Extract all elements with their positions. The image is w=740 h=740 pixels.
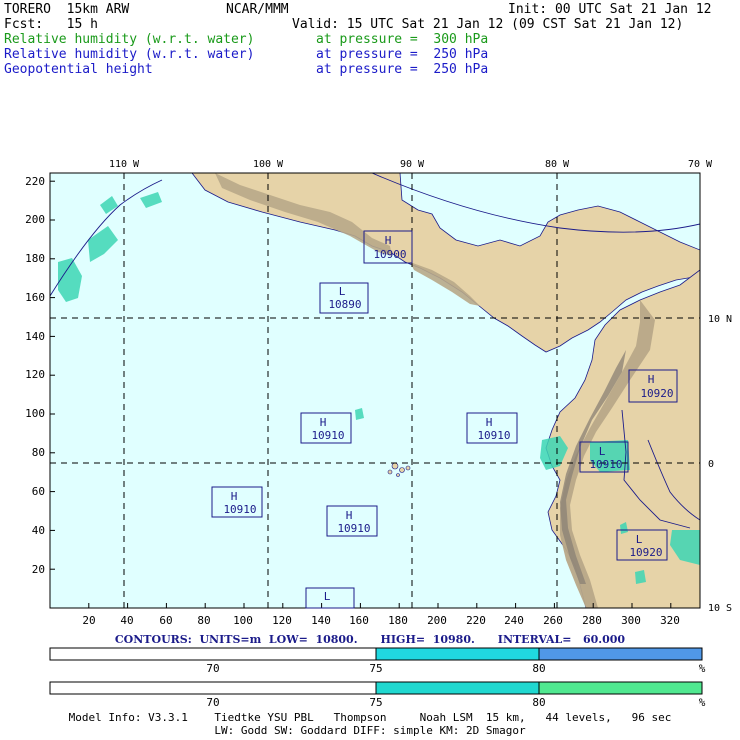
lon-label-110w: 110 W	[109, 159, 140, 170]
svg-text:H: H	[385, 234, 392, 247]
svg-text:10900: 10900	[373, 248, 406, 261]
svg-text:10910: 10910	[311, 429, 344, 442]
x-tick: 180	[388, 614, 408, 627]
svg-text:10920: 10920	[629, 546, 662, 559]
y-tick: 140	[25, 330, 45, 343]
svg-text:L: L	[339, 285, 346, 298]
x-tick: 40	[120, 614, 133, 627]
colorbar-2-label-80: 80	[532, 696, 545, 709]
svg-text:H: H	[231, 490, 238, 503]
y-tick: 220	[25, 175, 45, 188]
x-tick: 160	[349, 614, 369, 627]
x-tick: 120	[272, 614, 292, 627]
colorbar-1-label-75: 75	[369, 662, 382, 675]
colorbar-2	[49, 681, 703, 695]
colorbar-2-label-75: 75	[369, 696, 382, 709]
svg-text:L: L	[599, 445, 606, 458]
contour-info: CONTOURS: UNITS=m LOW= 10800. HIGH= 1098…	[114, 633, 626, 646]
x-tick: 100	[233, 614, 253, 627]
y-tick: 200	[25, 213, 45, 226]
svg-text:10910: 10910	[477, 429, 510, 442]
x-tick: 140	[311, 614, 331, 627]
colorbar-1-unit: %	[699, 662, 706, 675]
svg-text:10910: 10910	[337, 522, 370, 535]
weather-map: 110 W 100 W 90 W 80 W 70 W 10 N 0 10 S 2…	[25, 159, 732, 709]
x-tick: 220	[466, 614, 486, 627]
x-tick: 240	[504, 614, 524, 627]
svg-text:10910: 10910	[589, 458, 622, 471]
svg-text:10920: 10920	[640, 387, 673, 400]
colorbar-1	[49, 647, 703, 661]
x-tick: 320	[660, 614, 680, 627]
colorbar-2-unit: %	[699, 696, 706, 709]
model-info-line2: LW: Godd SW: Goddard DIFF: simple KM: 2D…	[214, 724, 526, 737]
lat-label-10s: 10 S	[708, 603, 732, 614]
x-tick: 60	[159, 614, 172, 627]
svg-text:H: H	[346, 509, 353, 522]
colorbar-1-label-70: 70	[206, 662, 219, 675]
y-tick: 120	[25, 368, 45, 381]
svg-text:L: L	[636, 533, 643, 546]
lat-label-0: 0	[708, 459, 714, 470]
y-tick: 20	[32, 563, 45, 576]
x-tick: 200	[427, 614, 447, 627]
lon-label-100w: 100 W	[253, 159, 284, 170]
y-tick: 40	[32, 524, 45, 537]
x-tick: 300	[621, 614, 641, 627]
y-tick: 100	[25, 407, 45, 420]
svg-text:10910: 10910	[223, 503, 256, 516]
y-tick: 80	[32, 446, 45, 459]
lat-label-10n: 10 N	[708, 314, 732, 325]
svg-text:H: H	[486, 416, 493, 429]
lon-label-70w: 70 W	[688, 159, 713, 170]
y-tick: 60	[32, 485, 45, 498]
x-tick: 280	[582, 614, 602, 627]
y-tick: 160	[25, 291, 45, 304]
svg-text:H: H	[648, 373, 655, 386]
svg-text:L: L	[324, 590, 331, 603]
x-tick: 80	[197, 614, 210, 627]
svg-text:10890: 10890	[328, 298, 361, 311]
colorbar-2-label-70: 70	[206, 696, 219, 709]
x-tick: 20	[82, 614, 95, 627]
colorbar-1-label-80: 80	[532, 662, 545, 675]
model-info-line1: Model Info: V3.3.1 Tiedtke YSU PBL Thomp…	[68, 711, 672, 724]
svg-text:H: H	[320, 416, 327, 429]
lon-label-80w: 80 W	[545, 159, 570, 170]
x-tick: 260	[543, 614, 563, 627]
y-tick: 180	[25, 252, 45, 265]
lon-label-90w: 90 W	[400, 159, 425, 170]
